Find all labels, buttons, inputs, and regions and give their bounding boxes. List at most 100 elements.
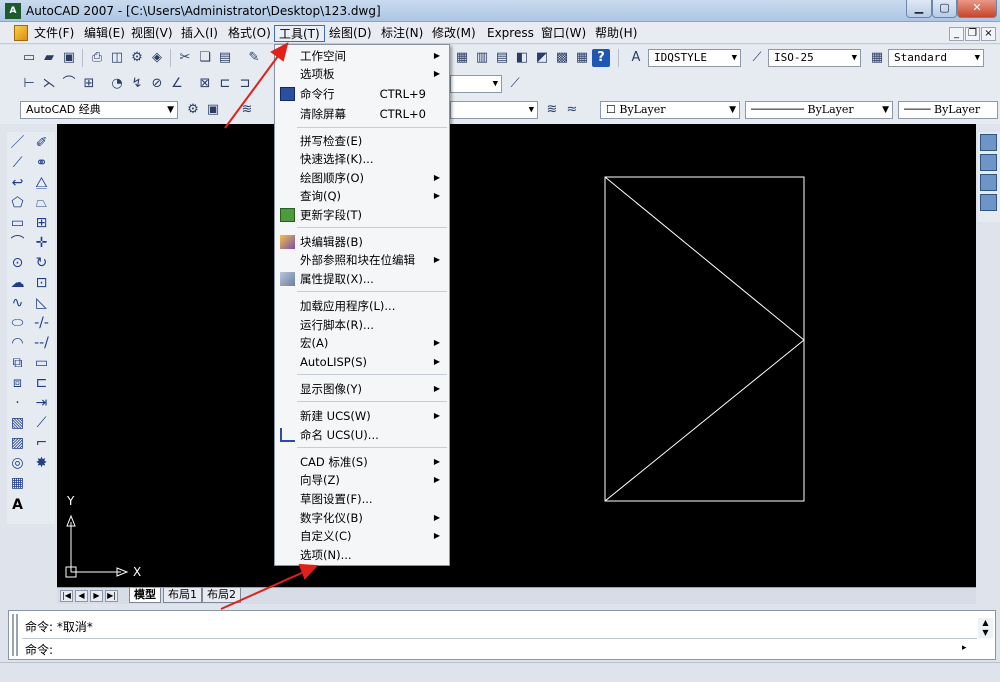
- next-tab-button[interactable]: ▶: [90, 590, 103, 602]
- command-scroll-right-icon[interactable]: ▸: [962, 643, 967, 653]
- array-icon[interactable]: ⊞: [32, 214, 51, 233]
- menu-item-macro[interactable]: 宏(A) ▶: [276, 334, 448, 352]
- menu-modify[interactable]: 修改(M): [428, 25, 480, 42]
- erase-icon[interactable]: ✐: [32, 134, 51, 153]
- menu-item-options[interactable]: 选项(N)...: [276, 546, 448, 564]
- maximize-button[interactable]: ▢: [932, 0, 957, 18]
- arc-length-icon[interactable]: ⌒: [60, 75, 78, 93]
- menu-tools[interactable]: 工具(T): [274, 25, 325, 42]
- rectangle-icon[interactable]: ▭: [8, 214, 27, 233]
- layer-combo[interactable]: ▼: [450, 101, 538, 119]
- last-tab-button[interactable]: ▶|: [105, 590, 118, 602]
- text-style-combo[interactable]: IDQSTYLE ▼: [648, 49, 741, 67]
- move-icon[interactable]: ✛: [32, 234, 51, 253]
- dim-style-icon[interactable]: ⟋: [748, 49, 766, 67]
- continue-dim-icon[interactable]: ⊐: [236, 75, 254, 93]
- make-current-layer-icon[interactable]: ≋: [543, 101, 561, 119]
- menu-view[interactable]: 视图(V): [127, 25, 177, 42]
- minimize-button[interactable]: ▁: [906, 0, 932, 18]
- send-under-icon[interactable]: [980, 194, 997, 211]
- properties-icon[interactable]: ▥: [473, 49, 491, 67]
- paste-icon[interactable]: ▤: [216, 49, 234, 67]
- menu-format[interactable]: 格式(O): [224, 25, 275, 42]
- lineweight-combo[interactable]: ──── ByLayer: [898, 101, 998, 119]
- workspace-settings-icon[interactable]: ⚙: [184, 101, 202, 119]
- construction-line-icon[interactable]: ⟋: [8, 154, 27, 173]
- mtext-icon[interactable]: A: [8, 496, 27, 515]
- workspace-combo[interactable]: AutoCAD 经典 ▼: [20, 101, 178, 119]
- tool-palettes-icon[interactable]: ▤: [493, 49, 511, 67]
- spline-icon[interactable]: ∿: [8, 294, 27, 313]
- command-window[interactable]: [8, 610, 996, 660]
- new-icon[interactable]: ▭: [20, 49, 38, 67]
- extend-icon[interactable]: --/: [32, 334, 51, 353]
- menu-item-spelling[interactable]: 拼写检查(E): [276, 132, 448, 150]
- menu-insert[interactable]: 插入(I): [177, 25, 222, 42]
- save-icon[interactable]: ▣: [60, 49, 78, 67]
- menu-item-customize[interactable]: 自定义(C) ▶: [276, 527, 448, 545]
- menu-dimension[interactable]: 标注(N): [377, 25, 427, 42]
- menu-item-new-ucs[interactable]: 新建 UCS(W) ▶: [276, 407, 448, 425]
- preview-icon[interactable]: ◫: [108, 49, 126, 67]
- quick-dim-icon[interactable]: ⊠: [196, 75, 214, 93]
- tab-layout1[interactable]: 布局1: [163, 588, 202, 603]
- text-style-icon[interactable]: A: [627, 49, 645, 67]
- draw-order-front-icon[interactable]: [980, 134, 997, 151]
- ellipse-icon[interactable]: ⬭: [8, 314, 27, 333]
- draw-order-back-icon[interactable]: [980, 154, 997, 171]
- close-button[interactable]: ✕: [957, 0, 997, 18]
- menu-item-clean-screen[interactable]: 清除屏幕 CTRL+0: [276, 105, 448, 123]
- menu-item-draw-order[interactable]: 绘图顺序(O) ▶: [276, 169, 448, 187]
- color-combo[interactable]: ☐ ByLayer ▼: [600, 101, 740, 119]
- doc-minimize-button[interactable]: _: [949, 27, 964, 41]
- menu-file[interactable]: 文件(F): [30, 25, 78, 42]
- menu-item-load-application[interactable]: 加载应用程序(L)...: [276, 297, 448, 315]
- menu-item-named-ucs[interactable]: 命名 UCS(U)...: [276, 426, 448, 444]
- layer-manager-icon[interactable]: ≋: [238, 101, 256, 119]
- prev-tab-button[interactable]: ◀: [75, 590, 88, 602]
- region-icon[interactable]: ◎: [8, 454, 27, 473]
- jogged-dim-icon[interactable]: ↯: [128, 75, 146, 93]
- first-tab-button[interactable]: |◀: [60, 590, 73, 602]
- chamfer-icon[interactable]: ⟋: [32, 414, 51, 433]
- menu-item-tablet[interactable]: 数字化仪(B) ▶: [276, 509, 448, 527]
- angular-dim-icon[interactable]: ∠: [168, 75, 186, 93]
- line-icon[interactable]: ／: [8, 134, 27, 153]
- dim-update-icon[interactable]: ⟋: [506, 75, 524, 93]
- menu-window[interactable]: 窗口(W): [537, 25, 590, 42]
- break-point-icon[interactable]: ▭: [32, 354, 51, 373]
- aligned-dim-icon[interactable]: ⋋: [40, 75, 58, 93]
- trim-icon[interactable]: -/-: [32, 314, 51, 333]
- publish-icon[interactable]: ⚙: [128, 49, 146, 67]
- menu-edit[interactable]: 编辑(E): [80, 25, 129, 42]
- open-icon[interactable]: ▰: [40, 49, 58, 67]
- radius-dim-icon[interactable]: ◔: [108, 75, 126, 93]
- menu-item-workspaces[interactable]: 工作空间 ▶: [276, 47, 448, 65]
- drawing-canvas[interactable]: Y X: [57, 124, 976, 587]
- command-grip[interactable]: [12, 614, 18, 656]
- help-icon[interactable]: ?: [592, 49, 610, 67]
- arc-icon[interactable]: ⌒: [8, 234, 27, 253]
- menu-express[interactable]: Express: [483, 25, 538, 42]
- circle-icon[interactable]: ⊙: [8, 254, 27, 273]
- menu-help[interactable]: 帮助(H): [591, 25, 641, 42]
- polyline-icon[interactable]: ↩: [8, 174, 27, 193]
- tab-layout2[interactable]: 布局2: [202, 588, 241, 603]
- command-scrollbar[interactable]: ▲ ▼: [978, 618, 993, 638]
- join-icon[interactable]: ⇥: [32, 394, 51, 413]
- fillet-icon[interactable]: ⌐: [32, 434, 51, 453]
- polygon-icon[interactable]: ⬠: [8, 194, 27, 213]
- scale-icon[interactable]: ⊡: [32, 274, 51, 293]
- table-icon[interactable]: ▦: [8, 474, 27, 493]
- menu-item-run-script[interactable]: 运行脚本(R)...: [276, 316, 448, 334]
- menu-item-block-editor[interactable]: 块编辑器(B): [276, 233, 448, 251]
- copy-icon[interactable]: ❏: [196, 49, 214, 67]
- dim-style-combo[interactable]: ISO-25 ▼: [768, 49, 861, 67]
- menu-item-attribute-extract[interactable]: 属性提取(X)...: [276, 270, 448, 288]
- save-workspace-icon[interactable]: ▣: [204, 101, 222, 119]
- stretch-icon[interactable]: ◺: [32, 294, 51, 313]
- baseline-dim-icon[interactable]: ⊏: [216, 75, 234, 93]
- sheet-set-icon[interactable]: ◧: [513, 49, 531, 67]
- linear-dim-icon[interactable]: ⊢: [20, 75, 38, 93]
- match-properties-icon[interactable]: ✎: [245, 49, 263, 67]
